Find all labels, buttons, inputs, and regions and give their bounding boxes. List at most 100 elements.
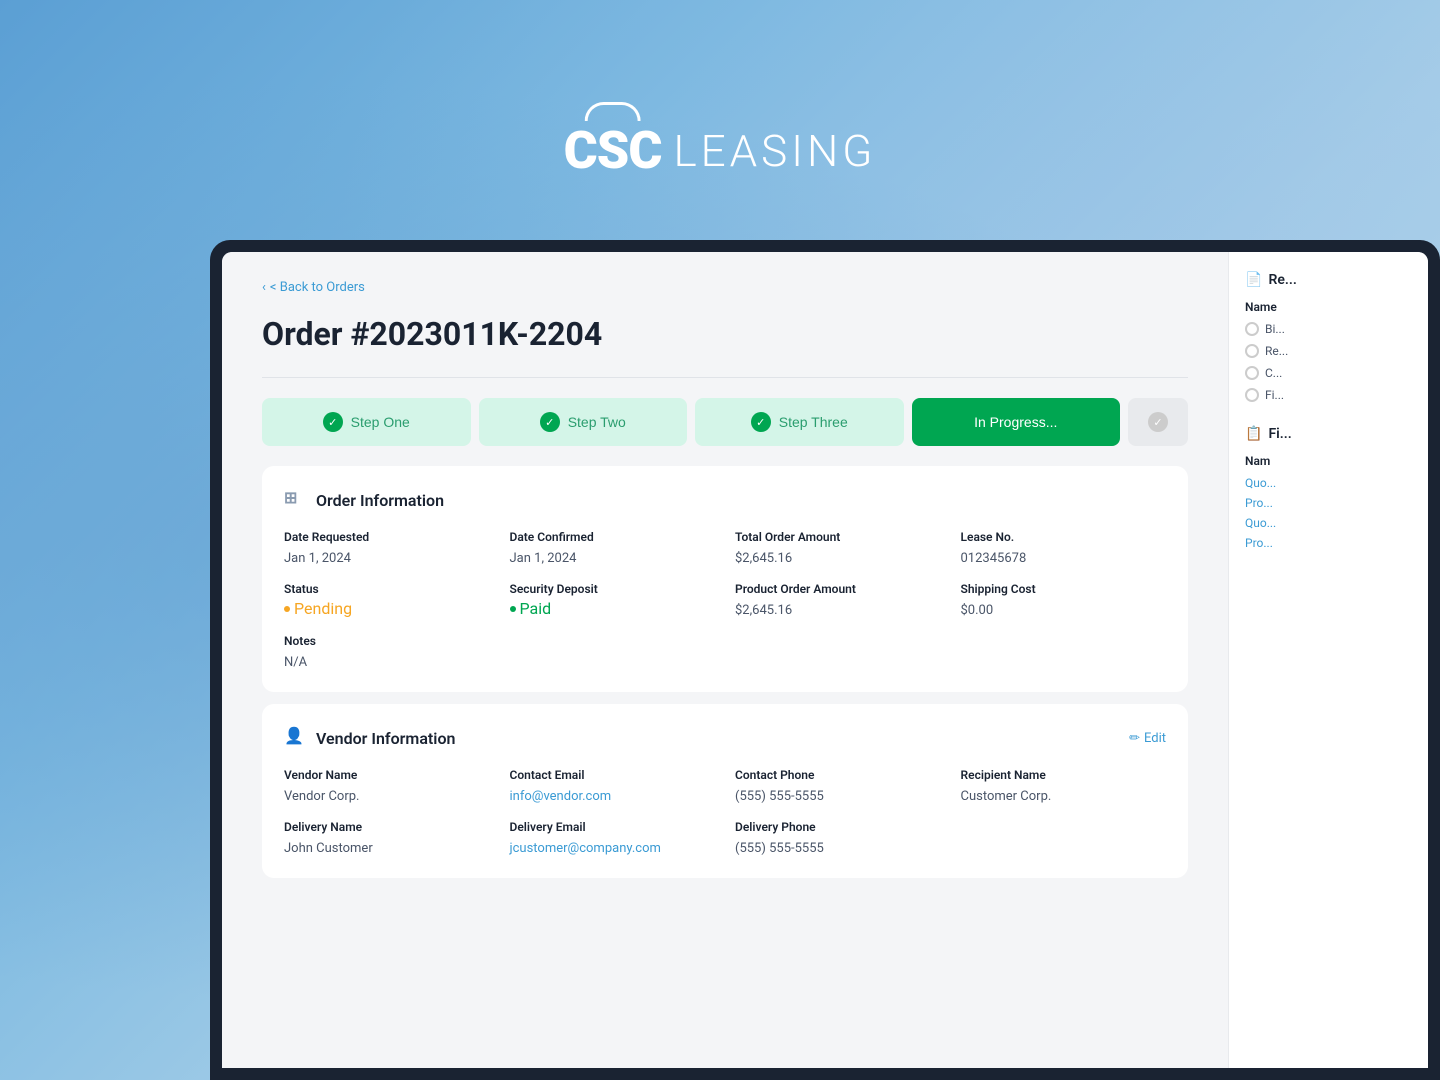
vendor-info-title: 👤 Vendor Information bbox=[284, 726, 455, 750]
contact-phone-field: Contact Phone (555) 555-5555 bbox=[735, 768, 941, 804]
total-order-amount-field: Total Order Amount $2,645.16 bbox=[735, 530, 941, 566]
files-icon: 📋 bbox=[1245, 426, 1262, 442]
back-chevron-icon: ‹ bbox=[262, 280, 266, 295]
radio-circle-1 bbox=[1245, 322, 1259, 336]
vendor-name-label: Vendor Name bbox=[284, 768, 490, 782]
contact-email-value: info@vendor.com bbox=[510, 789, 612, 804]
edit-pencil-icon: ✏ bbox=[1129, 731, 1140, 746]
recipient-name-value: Customer Corp. bbox=[961, 789, 1052, 804]
vendor-icon: 👤 bbox=[284, 726, 308, 750]
receipt-option-1-label: Bi... bbox=[1265, 322, 1285, 336]
vendor-info-grid: Vendor Name Vendor Corp. Contact Email i… bbox=[284, 768, 1166, 856]
step-three-label: Step Three bbox=[779, 414, 848, 430]
step-three-button[interactable]: ✓ Step Three bbox=[695, 398, 904, 446]
step-two-check-icon: ✓ bbox=[540, 412, 560, 432]
date-confirmed-label: Date Confirmed bbox=[510, 530, 716, 544]
total-order-amount-label: Total Order Amount bbox=[735, 530, 941, 544]
final-step-button[interactable]: ✓ bbox=[1128, 398, 1188, 446]
shipping-cost-label: Shipping Cost bbox=[961, 582, 1167, 596]
step-two-label: Step Two bbox=[568, 414, 626, 430]
status-dot bbox=[284, 606, 290, 612]
back-to-orders-link[interactable]: ‹ < Back to Orders bbox=[262, 280, 1188, 295]
back-link-label: < Back to Orders bbox=[270, 280, 365, 295]
page-title: Order #2023011K-2204 bbox=[262, 315, 1188, 353]
receipt-option-2[interactable]: Re... bbox=[1245, 344, 1412, 358]
vendor-name-field: Vendor Name Vendor Corp. bbox=[284, 768, 490, 804]
vendor-info-card: 👤 Vendor Information ✏ Edit Vendor Name … bbox=[262, 704, 1188, 878]
security-deposit-field: Security Deposit Paid bbox=[510, 582, 716, 618]
file-link-3[interactable]: Quo... bbox=[1245, 516, 1412, 530]
product-order-amount-label: Product Order Amount bbox=[735, 582, 941, 596]
delivery-phone-label: Delivery Phone bbox=[735, 820, 941, 834]
date-confirmed-field: Date Confirmed Jan 1, 2024 bbox=[510, 530, 716, 566]
step-one-label: Step One bbox=[351, 414, 410, 430]
status-badge: Pending bbox=[284, 599, 490, 618]
step-three-check-icon: ✓ bbox=[751, 412, 771, 432]
product-order-amount-field: Product Order Amount $2,645.16 bbox=[735, 582, 941, 618]
in-progress-label: In Progress... bbox=[974, 414, 1057, 430]
receipt-option-3-label: C... bbox=[1265, 366, 1282, 380]
contact-phone-label: Contact Phone bbox=[735, 768, 941, 782]
delivery-email-field: Delivery Email jcustomer@company.com bbox=[510, 820, 716, 856]
files-section-title: 📋 Fi... bbox=[1245, 426, 1412, 442]
total-order-amount-value: $2,645.16 bbox=[735, 551, 792, 566]
date-requested-label: Date Requested bbox=[284, 530, 490, 544]
contact-phone-value: (555) 555-5555 bbox=[735, 789, 824, 804]
delivery-name-field: Delivery Name John Customer bbox=[284, 820, 490, 856]
status-label: Status bbox=[284, 582, 490, 596]
receipt-name-label: Name bbox=[1245, 300, 1412, 314]
delivery-email-value: jcustomer@company.com bbox=[510, 841, 661, 856]
file-link-4[interactable]: Pro... bbox=[1245, 536, 1412, 550]
file-link-2[interactable]: Pro... bbox=[1245, 496, 1412, 510]
date-confirmed-value: Jan 1, 2024 bbox=[510, 551, 577, 566]
step-one-button[interactable]: ✓ Step One bbox=[262, 398, 471, 446]
logo-csc: CSC bbox=[564, 120, 662, 181]
contact-email-label: Contact Email bbox=[510, 768, 716, 782]
notes-label: Notes bbox=[284, 634, 490, 648]
receipt-option-3[interactable]: C... bbox=[1245, 366, 1412, 380]
delivery-phone-field: Delivery Phone (555) 555-5555 bbox=[735, 820, 941, 856]
steps-bar: ✓ Step One ✓ Step Two ✓ Step Three In Pr… bbox=[262, 398, 1188, 446]
radio-circle-3 bbox=[1245, 366, 1259, 380]
step-one-check-icon: ✓ bbox=[323, 412, 343, 432]
laptop-screen: ‹ < Back to Orders Order #2023011K-2204 … bbox=[222, 252, 1428, 1068]
step-two-button[interactable]: ✓ Step Two bbox=[479, 398, 688, 446]
edit-vendor-link[interactable]: ✏ Edit bbox=[1129, 731, 1166, 746]
security-deposit-value: Paid bbox=[520, 599, 552, 618]
receipt-section: 📄 Re... Name Bi... Re... C... bbox=[1245, 272, 1412, 402]
file-link-1[interactable]: Quo... bbox=[1245, 476, 1412, 490]
lease-no-label: Lease No. bbox=[961, 530, 1167, 544]
right-sidebar: 📄 Re... Name Bi... Re... C... bbox=[1228, 252, 1428, 1068]
receipt-option-4[interactable]: Fi... bbox=[1245, 388, 1412, 402]
lease-no-value: 012345678 bbox=[961, 551, 1027, 566]
vendor-card-header: 👤 Vendor Information ✏ Edit bbox=[284, 726, 1166, 750]
vendor-name-value: Vendor Corp. bbox=[284, 789, 359, 804]
logo-container: CSC LEASING bbox=[564, 120, 877, 181]
radio-circle-2 bbox=[1245, 344, 1259, 358]
paid-dot bbox=[510, 606, 516, 612]
in-progress-button[interactable]: In Progress... bbox=[912, 398, 1121, 446]
delivery-name-value: John Customer bbox=[284, 841, 373, 856]
delivery-phone-value: (555) 555-5555 bbox=[735, 841, 824, 856]
status-field: Status Pending bbox=[284, 582, 490, 618]
lease-no-field: Lease No. 012345678 bbox=[961, 530, 1167, 566]
date-requested-field: Date Requested Jan 1, 2024 bbox=[284, 530, 490, 566]
receipt-option-1[interactable]: Bi... bbox=[1245, 322, 1412, 336]
date-requested-value: Jan 1, 2024 bbox=[284, 551, 351, 566]
recipient-name-label: Recipient Name bbox=[961, 768, 1167, 782]
order-info-grid: Date Requested Jan 1, 2024 Date Confirme… bbox=[284, 530, 1166, 670]
files-section: 📋 Fi... Nam Quo... Pro... Quo... Pro... bbox=[1245, 426, 1412, 550]
delivery-email-label: Delivery Email bbox=[510, 820, 716, 834]
notes-value: N/A bbox=[284, 655, 307, 670]
order-icon: ⊞ bbox=[284, 488, 308, 512]
order-info-card: ⊞ Order Information Date Requested Jan 1… bbox=[262, 466, 1188, 692]
files-name-label: Nam bbox=[1245, 454, 1412, 468]
product-order-amount-value: $2,645.16 bbox=[735, 603, 792, 618]
shipping-cost-value: $0.00 bbox=[961, 603, 994, 618]
order-info-title: ⊞ Order Information bbox=[284, 488, 1166, 512]
notes-field: Notes N/A bbox=[284, 634, 490, 670]
main-content: ‹ < Back to Orders Order #2023011K-2204 … bbox=[222, 252, 1228, 1068]
title-divider bbox=[262, 377, 1188, 378]
status-value: Pending bbox=[294, 599, 352, 618]
security-deposit-badge: Paid bbox=[510, 599, 716, 618]
